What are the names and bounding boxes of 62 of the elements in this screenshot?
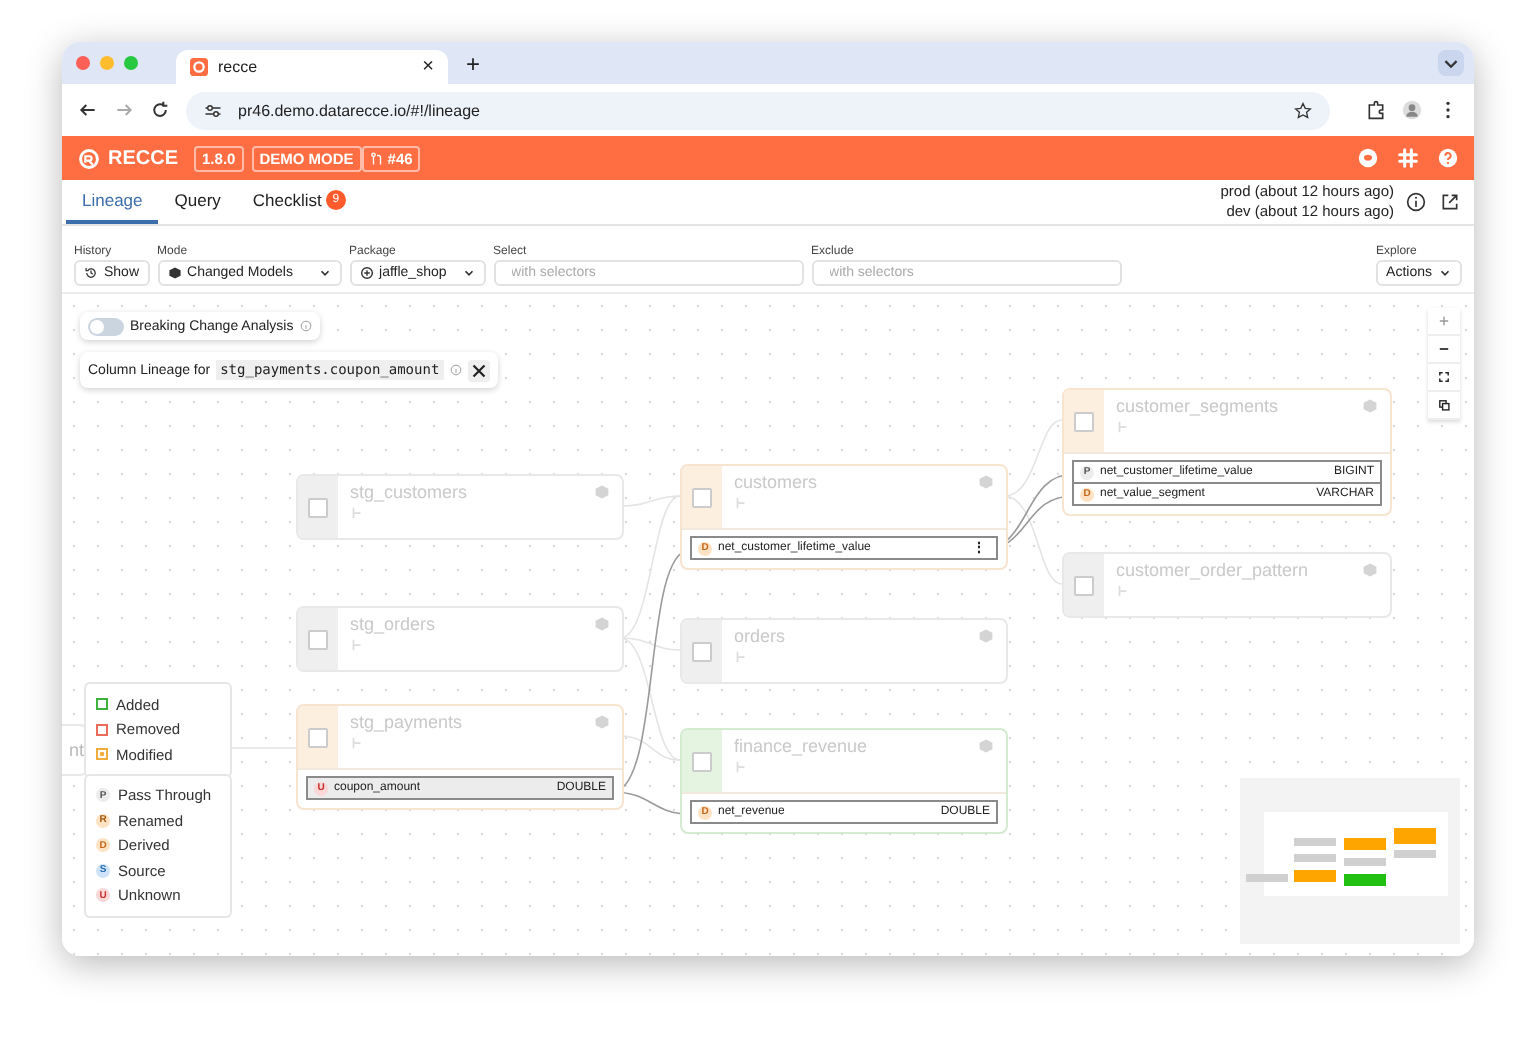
cube-icon (978, 628, 994, 644)
history-icon (84, 266, 98, 280)
cube-icon (1362, 398, 1378, 414)
reload-icon[interactable] (150, 100, 170, 120)
back-icon[interactable] (78, 100, 98, 120)
node-checkbox[interactable] (692, 641, 712, 661)
chevron-down-icon[interactable] (1438, 50, 1464, 76)
recce-logo-icon (78, 147, 100, 169)
cube-icon (978, 474, 994, 490)
lineage-icon (1116, 420, 1130, 434)
nav-tab[interactable]: Query (158, 180, 237, 224)
address-bar[interactable]: pr46.demo.datarecce.io/#!/lineage (186, 91, 1330, 129)
cube-icon (167, 266, 182, 280)
caret-icon (317, 266, 332, 280)
lineage-icon (734, 760, 748, 774)
minimize-window-icon[interactable] (100, 56, 114, 70)
export-icon[interactable] (1440, 192, 1460, 212)
model-edge (1003, 495, 1063, 585)
lineage-icon (734, 650, 748, 664)
tab-title: recce (218, 58, 260, 76)
close-window-icon[interactable] (76, 56, 90, 70)
lineage-icon (350, 638, 364, 652)
caret-icon (461, 266, 476, 280)
node-checkbox[interactable] (308, 497, 328, 517)
cube-icon (594, 714, 610, 730)
maximize-window-icon[interactable] (124, 56, 138, 70)
node-checkbox[interactable] (692, 487, 712, 507)
breaking-change-toggle[interactable] (88, 317, 124, 335)
close-tab-button[interactable]: × (422, 57, 434, 77)
nav-tab[interactable]: Lineage (66, 180, 159, 224)
lineage-icon (734, 496, 748, 510)
lineage-icon (350, 736, 364, 750)
app-favicon-icon (190, 58, 208, 76)
lineage-icon (350, 506, 364, 520)
url-text: pr46.demo.datarecce.io/#!/lineage (238, 101, 482, 119)
forward-icon[interactable] (114, 100, 134, 120)
package-icon (359, 266, 374, 280)
browser-tab[interactable]: recce × (176, 50, 448, 84)
help-icon[interactable] (1438, 148, 1458, 168)
site-settings-icon[interactable] (204, 101, 222, 119)
new-tab-button[interactable]: + (466, 51, 481, 75)
star-icon[interactable] (1294, 101, 1312, 119)
slack-icon[interactable] (1398, 148, 1418, 168)
avatar-icon[interactable] (1402, 100, 1422, 120)
node-checkbox[interactable] (1074, 575, 1094, 595)
info-icon[interactable] (1406, 192, 1426, 212)
brand-name: RECCE (108, 147, 179, 169)
puzzle-icon[interactable] (1366, 100, 1386, 120)
close-icon[interactable] (467, 359, 490, 381)
cube-icon (978, 738, 994, 754)
node-checkbox[interactable] (692, 751, 712, 771)
cube-icon (594, 484, 610, 500)
node-checkbox[interactable] (308, 727, 328, 747)
node-checkbox[interactable] (1074, 411, 1094, 431)
cube-icon (594, 616, 610, 632)
node-checkbox[interactable] (308, 629, 328, 649)
caret-icon (1438, 266, 1452, 280)
lineage-icon (1116, 584, 1130, 598)
model-edge (1003, 419, 1063, 497)
pull-request-icon (369, 151, 384, 165)
cube-icon (1362, 562, 1378, 578)
node-title: nt (68, 740, 84, 760)
